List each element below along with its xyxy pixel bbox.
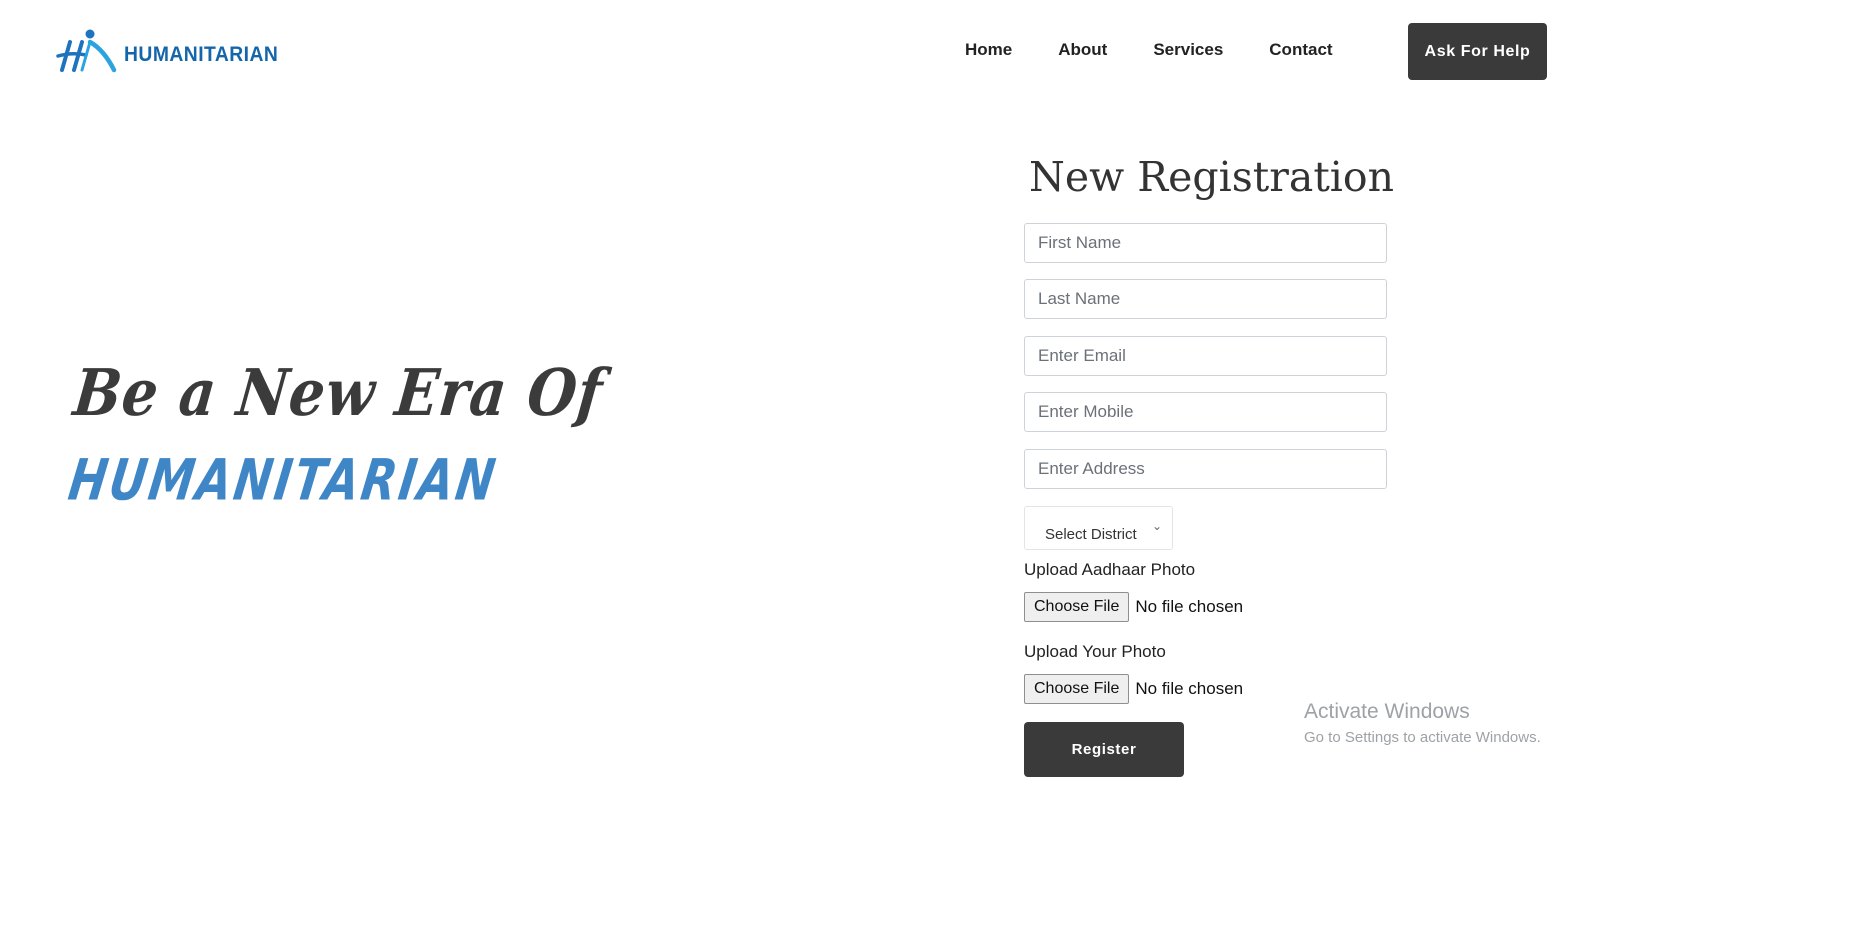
nav-contact[interactable]: Contact (1269, 40, 1332, 60)
email-input[interactable] (1024, 336, 1387, 376)
last-name-input[interactable] (1024, 279, 1387, 319)
nav-about[interactable]: About (1058, 40, 1107, 60)
first-name-input[interactable] (1024, 223, 1387, 263)
hero-line-1: Be a New Era Of (70, 355, 607, 431)
ask-for-help-button[interactable]: Ask For Help (1408, 23, 1547, 80)
watermark-title: Activate Windows (1304, 700, 1470, 723)
hero-heading: Be a New Era Of HUMANITARIAN (65, 355, 607, 535)
watermark-subtitle: Go to Settings to activate Windows. (1304, 729, 1541, 746)
district-select-label: Select District (1045, 526, 1137, 543)
chevron-down-icon: ⌄ (1151, 519, 1162, 533)
photo-file-input: Choose File No file chosen (1024, 674, 1243, 704)
photo-file-status: No file chosen (1135, 679, 1244, 698)
logo-text: HUMANITARIAN (124, 43, 279, 66)
windows-activation-watermark: Activate Windows Go to Settings to activ… (1304, 700, 1541, 746)
aadhaar-file-status: No file chosen (1135, 597, 1244, 616)
aadhaar-choose-file-button[interactable]: Choose File (1024, 592, 1130, 622)
hero-line-2: HUMANITARIAN (64, 447, 502, 514)
photo-choose-file-button[interactable]: Choose File (1024, 674, 1130, 704)
aadhaar-file-input: Choose File No file chosen (1024, 592, 1243, 622)
aadhaar-upload-label: Upload Aadhaar Photo (1024, 560, 1196, 579)
site-logo[interactable]: HUMANITARIAN (56, 28, 292, 74)
humanitarian-logo-icon (56, 29, 117, 73)
register-button[interactable]: Register (1024, 722, 1184, 777)
district-select[interactable]: Select District ⌄ (1024, 506, 1173, 550)
main-nav: Home About Services Contact (965, 40, 1379, 60)
photo-upload-label: Upload Your Photo (1024, 642, 1166, 661)
nav-services[interactable]: Services (1153, 40, 1223, 60)
form-title: New Registration (1029, 153, 1394, 201)
mobile-input[interactable] (1024, 392, 1387, 432)
nav-home[interactable]: Home (965, 40, 1012, 60)
page: HUMANITARIAN Home About Services Contact… (0, 0, 1868, 932)
address-input[interactable] (1024, 449, 1387, 489)
